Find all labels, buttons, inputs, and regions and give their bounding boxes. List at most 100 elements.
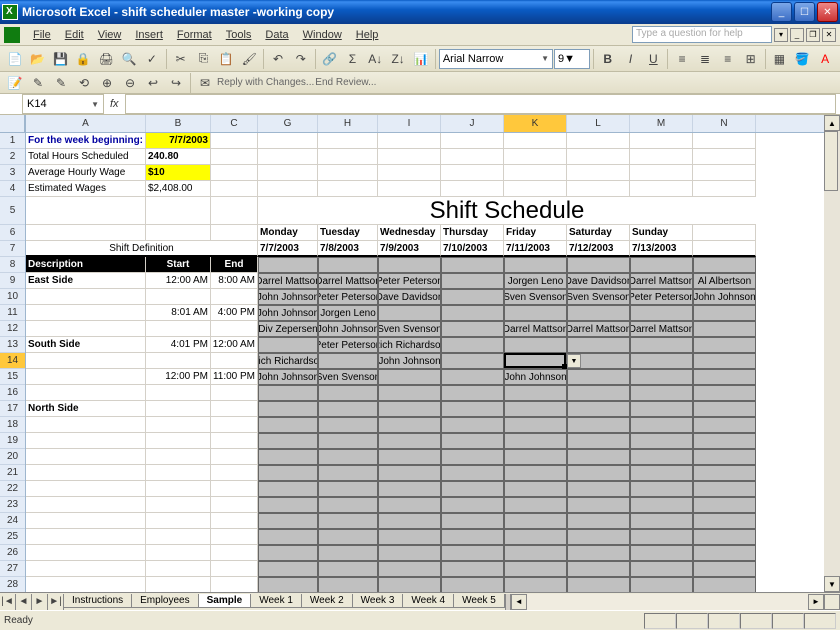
formula-bar[interactable] (125, 94, 836, 114)
cell[interactable] (693, 133, 756, 149)
cell[interactable] (258, 385, 318, 401)
row-header-3[interactable]: 3 (0, 165, 25, 181)
cell[interactable] (630, 449, 693, 465)
tab-employees[interactable]: Employees (131, 594, 198, 608)
cell[interactable] (504, 513, 567, 529)
tab-instructions[interactable]: Instructions (63, 594, 132, 608)
fx-label[interactable]: fx (110, 98, 119, 110)
assignment-cell[interactable]: Darrel Mattson (318, 273, 378, 289)
cell[interactable] (26, 545, 146, 561)
assignment-cell[interactable]: Rich Richardson (378, 337, 441, 353)
cell[interactable] (318, 133, 378, 149)
cell[interactable] (504, 149, 567, 165)
merge-center-icon[interactable]: ⊞ (740, 48, 762, 70)
assignment-cell[interactable]: John Johnson (693, 289, 756, 305)
cell[interactable] (630, 385, 693, 401)
cell[interactable] (378, 481, 441, 497)
fill-color-icon[interactable]: 🪣 (791, 48, 813, 70)
cell[interactable] (504, 417, 567, 433)
day-date-sat[interactable]: 7/12/2003 (567, 241, 630, 257)
cell[interactable] (258, 401, 318, 417)
cell[interactable] (211, 197, 258, 225)
tab-week5[interactable]: Week 5 (453, 594, 505, 608)
cell[interactable] (504, 165, 567, 181)
row-header-13[interactable]: 13 (0, 337, 25, 353)
row-header-24[interactable]: 24 (0, 513, 25, 529)
close-button[interactable]: ✕ (817, 2, 838, 22)
cell[interactable] (504, 449, 567, 465)
menu-tools[interactable]: Tools (219, 27, 259, 43)
menu-file[interactable]: File (26, 27, 58, 43)
align-right-icon[interactable]: ≡ (717, 48, 739, 70)
cell[interactable] (258, 133, 318, 149)
horizontal-scrollbar[interactable]: ◄ ► (511, 594, 840, 610)
cell[interactable] (211, 417, 258, 433)
cell[interactable] (211, 481, 258, 497)
cell[interactable] (258, 497, 318, 513)
assignment-cell[interactable]: Sven Svenson (567, 289, 630, 305)
tab-nav-first[interactable]: |◄ (0, 594, 16, 610)
row-header-21[interactable]: 21 (0, 465, 25, 481)
reply-changes-button[interactable]: Reply with Changes... (217, 77, 314, 88)
sort-asc-icon[interactable]: A↓ (364, 48, 386, 70)
cell[interactable] (258, 513, 318, 529)
tab-week1[interactable]: Week 1 (250, 594, 302, 608)
wage-label[interactable]: Average Hourly Wage (26, 165, 146, 181)
cell[interactable] (146, 225, 211, 241)
vertical-scrollbar[interactable]: ▲ ▼ (824, 115, 840, 592)
row-header-17[interactable]: 17 (0, 401, 25, 417)
print-preview-icon[interactable]: 🔍 (118, 48, 140, 70)
cell[interactable] (567, 417, 630, 433)
cell[interactable] (146, 449, 211, 465)
shift-end[interactable]: 4:00 PM (211, 305, 258, 321)
assignment-cell[interactable] (441, 273, 504, 289)
select-all-corner[interactable] (0, 115, 25, 133)
cell[interactable] (441, 497, 504, 513)
cell[interactable] (504, 545, 567, 561)
day-name-thu[interactable]: Thursday (441, 225, 504, 241)
row-header-11[interactable]: 11 (0, 305, 25, 321)
cell[interactable] (693, 417, 756, 433)
cell[interactable] (504, 497, 567, 513)
doc-close-button[interactable]: ✕ (822, 28, 836, 42)
cell[interactable] (630, 497, 693, 513)
cell[interactable] (318, 465, 378, 481)
cell[interactable] (211, 149, 258, 165)
shift-end[interactable]: 8:00 AM (211, 273, 258, 289)
row-header-23[interactable]: 23 (0, 497, 25, 513)
wage-value[interactable]: $10 (146, 165, 211, 181)
cell[interactable] (504, 433, 567, 449)
cell[interactable] (441, 181, 504, 197)
cell[interactable] (693, 257, 756, 273)
cell[interactable] (567, 497, 630, 513)
row-header-18[interactable]: 18 (0, 417, 25, 433)
assignment-cell[interactable] (441, 289, 504, 305)
cell[interactable] (258, 465, 318, 481)
day-date-fri[interactable]: 7/11/2003 (504, 241, 567, 257)
cell[interactable] (441, 385, 504, 401)
cell[interactable] (258, 433, 318, 449)
assignment-cell[interactable]: Sven Svenson (318, 369, 378, 385)
shift-start[interactable]: 12:00 PM (146, 369, 211, 385)
assignment-cell[interactable]: Rich Richardson (258, 353, 318, 369)
review-icon[interactable]: ✎ (27, 72, 49, 94)
assignment-cell[interactable] (441, 337, 504, 353)
cell[interactable] (567, 257, 630, 273)
underline-icon[interactable]: U (642, 48, 664, 70)
cell[interactable] (567, 149, 630, 165)
cell[interactable] (630, 133, 693, 149)
shift-start[interactable]: 8:01 AM (146, 305, 211, 321)
assignment-cell[interactable]: Jorgen Leno (504, 273, 567, 289)
permission-icon[interactable]: 🔒 (72, 48, 94, 70)
cell[interactable] (211, 133, 258, 149)
section-label[interactable]: South Side (26, 337, 146, 353)
assignment-cell[interactable] (441, 305, 504, 321)
minimize-button[interactable]: _ (771, 2, 792, 22)
cell[interactable] (693, 545, 756, 561)
cell[interactable] (441, 545, 504, 561)
cell[interactable] (258, 529, 318, 545)
assignment-cell[interactable] (378, 305, 441, 321)
shift-start[interactable]: 4:01 PM (146, 337, 211, 353)
maximize-button[interactable]: ☐ (794, 2, 815, 22)
cell[interactable] (26, 225, 146, 241)
